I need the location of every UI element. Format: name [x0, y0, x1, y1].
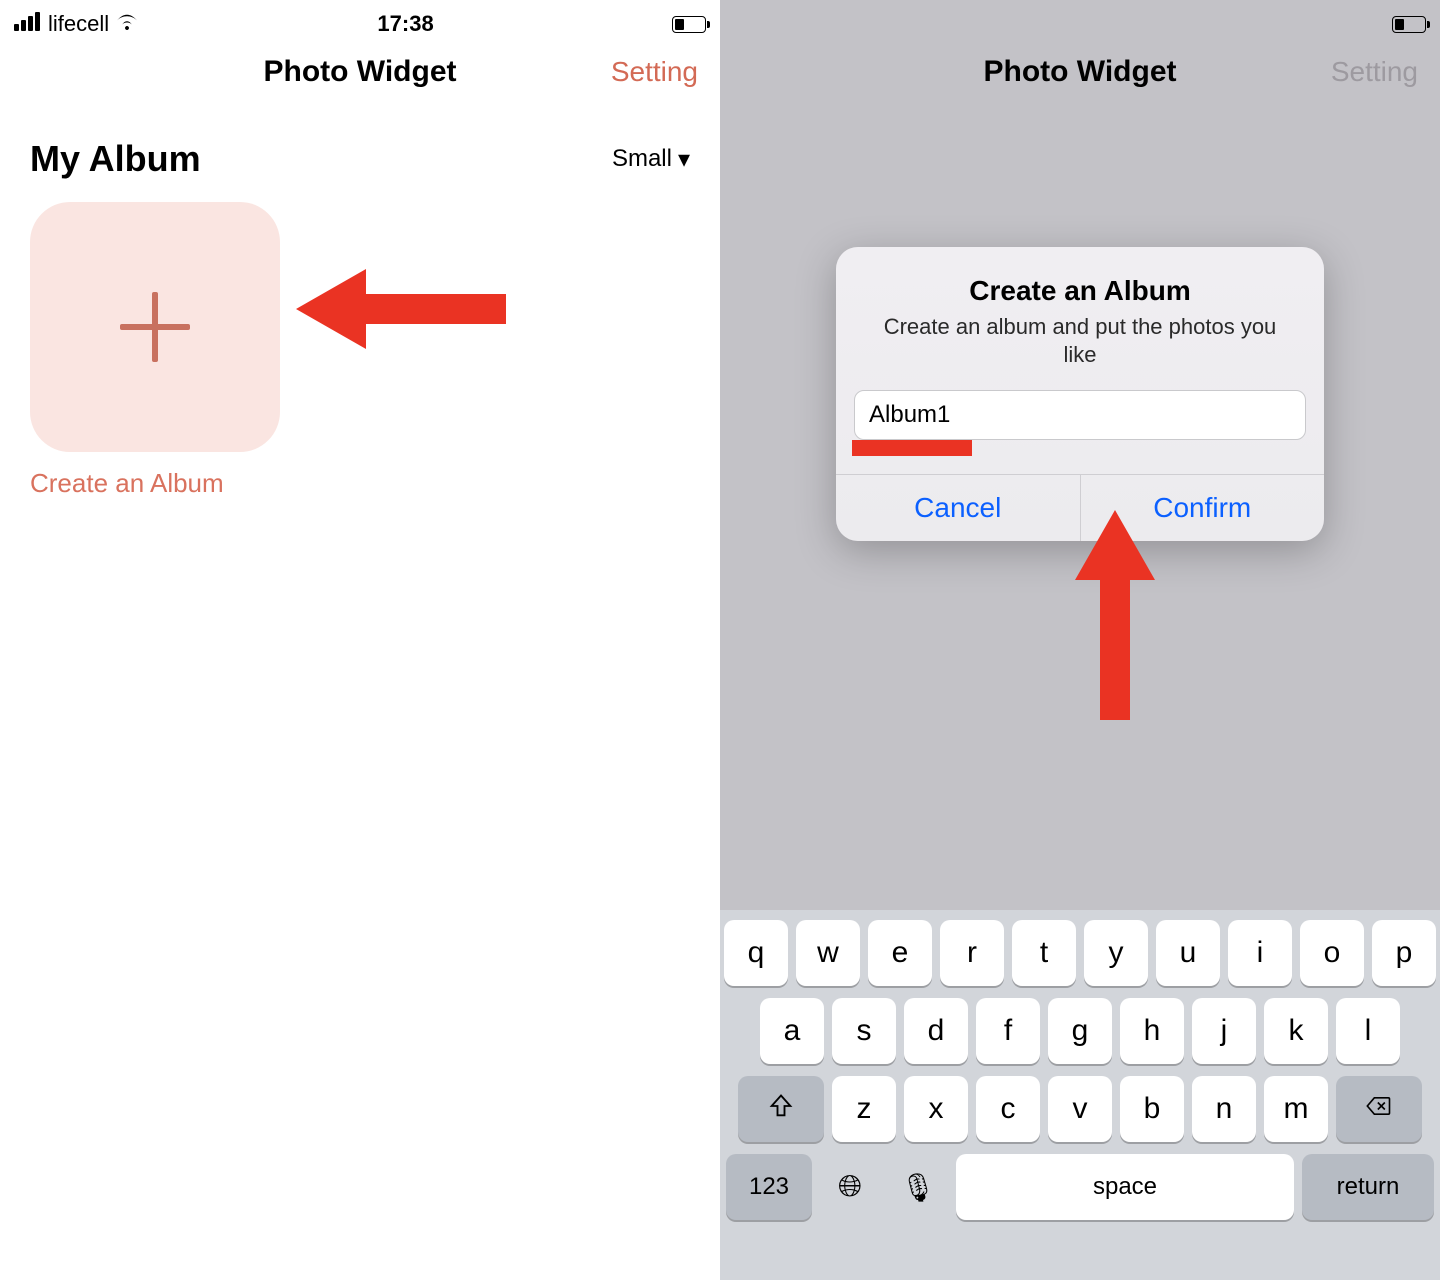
key-k[interactable]: k [1264, 998, 1328, 1064]
chevron-down-icon: ▾ [678, 145, 690, 174]
status-time: 17:38 [377, 11, 433, 37]
key-i[interactable]: i [1228, 920, 1292, 986]
annotation-arrow-left [296, 264, 506, 354]
screenshot-right: lifecell 17:38 Photo Widget Setting My A… [720, 0, 1440, 1280]
navbar: Photo Widget Setting [0, 40, 720, 104]
key-dictate[interactable]: 🎙 [888, 1154, 948, 1220]
status-bar: lifecell 17:38 [0, 0, 720, 40]
key-x[interactable]: x [904, 1076, 968, 1142]
create-album-card[interactable] [30, 202, 280, 452]
shift-icon [767, 1092, 795, 1127]
key-numbers[interactable]: 123 [726, 1154, 812, 1220]
keyboard-row-4: 123 🌐︎ 🎙 space return [726, 1154, 1434, 1220]
key-n[interactable]: n [1192, 1076, 1256, 1142]
key-o[interactable]: o [1300, 920, 1364, 986]
key-v[interactable]: v [1048, 1076, 1112, 1142]
ios-keyboard: q w e r t y u i o p a s d f g h j k l [720, 910, 1440, 1280]
page-title: Photo Widget [263, 55, 456, 89]
size-label: Small [612, 145, 672, 173]
key-return[interactable]: return [1302, 1154, 1434, 1220]
backspace-icon [1365, 1092, 1393, 1127]
screenshot-left: lifecell 17:38 Photo Widget Setting My A… [0, 0, 720, 1280]
key-s[interactable]: s [832, 998, 896, 1064]
key-g[interactable]: g [1048, 998, 1112, 1064]
annotation-underline [852, 440, 972, 456]
key-e[interactable]: e [868, 920, 932, 986]
signal-icon [14, 11, 42, 37]
album-section-header: My Album Small ▾ [0, 104, 720, 180]
key-r[interactable]: r [940, 920, 1004, 986]
microphone-icon: 🎙 [900, 1171, 936, 1204]
modal-subtitle: Create an album and put the photos you l… [836, 313, 1324, 390]
size-selector[interactable]: Small ▾ [612, 145, 690, 174]
create-album-label: Create an Album [30, 468, 690, 499]
key-t[interactable]: t [1012, 920, 1076, 986]
setting-button-disabled: Setting [1331, 56, 1418, 88]
key-shift[interactable] [738, 1076, 824, 1142]
annotation-arrow-up [1070, 510, 1160, 720]
key-f[interactable]: f [976, 998, 1040, 1064]
globe-icon: 🌐︎ [838, 1170, 862, 1204]
key-z[interactable]: z [832, 1076, 896, 1142]
album-name-input[interactable] [854, 390, 1306, 440]
key-h[interactable]: h [1120, 998, 1184, 1064]
key-y[interactable]: y [1084, 920, 1148, 986]
key-d[interactable]: d [904, 998, 968, 1064]
keyboard-row-1: q w e r t y u i o p [726, 920, 1434, 986]
key-c[interactable]: c [976, 1076, 1040, 1142]
keyboard-row-3: z x c v b n m [726, 1076, 1434, 1142]
key-w[interactable]: w [796, 920, 860, 986]
create-album-modal: Create an Album Create an album and put … [836, 247, 1324, 541]
key-b[interactable]: b [1120, 1076, 1184, 1142]
key-q[interactable]: q [724, 920, 788, 986]
plus-icon [120, 292, 190, 362]
modal-title: Create an Album [836, 247, 1324, 313]
album-heading: My Album [30, 138, 201, 180]
battery-icon [1392, 16, 1426, 33]
key-backspace[interactable] [1336, 1076, 1422, 1142]
key-space[interactable]: space [956, 1154, 1294, 1220]
key-j[interactable]: j [1192, 998, 1256, 1064]
page-title: Photo Widget [983, 55, 1176, 89]
wifi-icon [115, 13, 139, 35]
key-m[interactable]: m [1264, 1076, 1328, 1142]
cancel-button[interactable]: Cancel [836, 475, 1081, 541]
setting-button[interactable]: Setting [611, 56, 698, 88]
key-a[interactable]: a [760, 998, 824, 1064]
navbar: Photo Widget Setting [720, 40, 1440, 104]
keyboard-row-2: a s d f g h j k l [726, 998, 1434, 1064]
key-p[interactable]: p [1372, 920, 1436, 986]
battery-icon [672, 16, 706, 33]
key-globe[interactable]: 🌐︎ [820, 1154, 880, 1220]
key-l[interactable]: l [1336, 998, 1400, 1064]
carrier-label: lifecell [48, 11, 109, 37]
key-u[interactable]: u [1156, 920, 1220, 986]
